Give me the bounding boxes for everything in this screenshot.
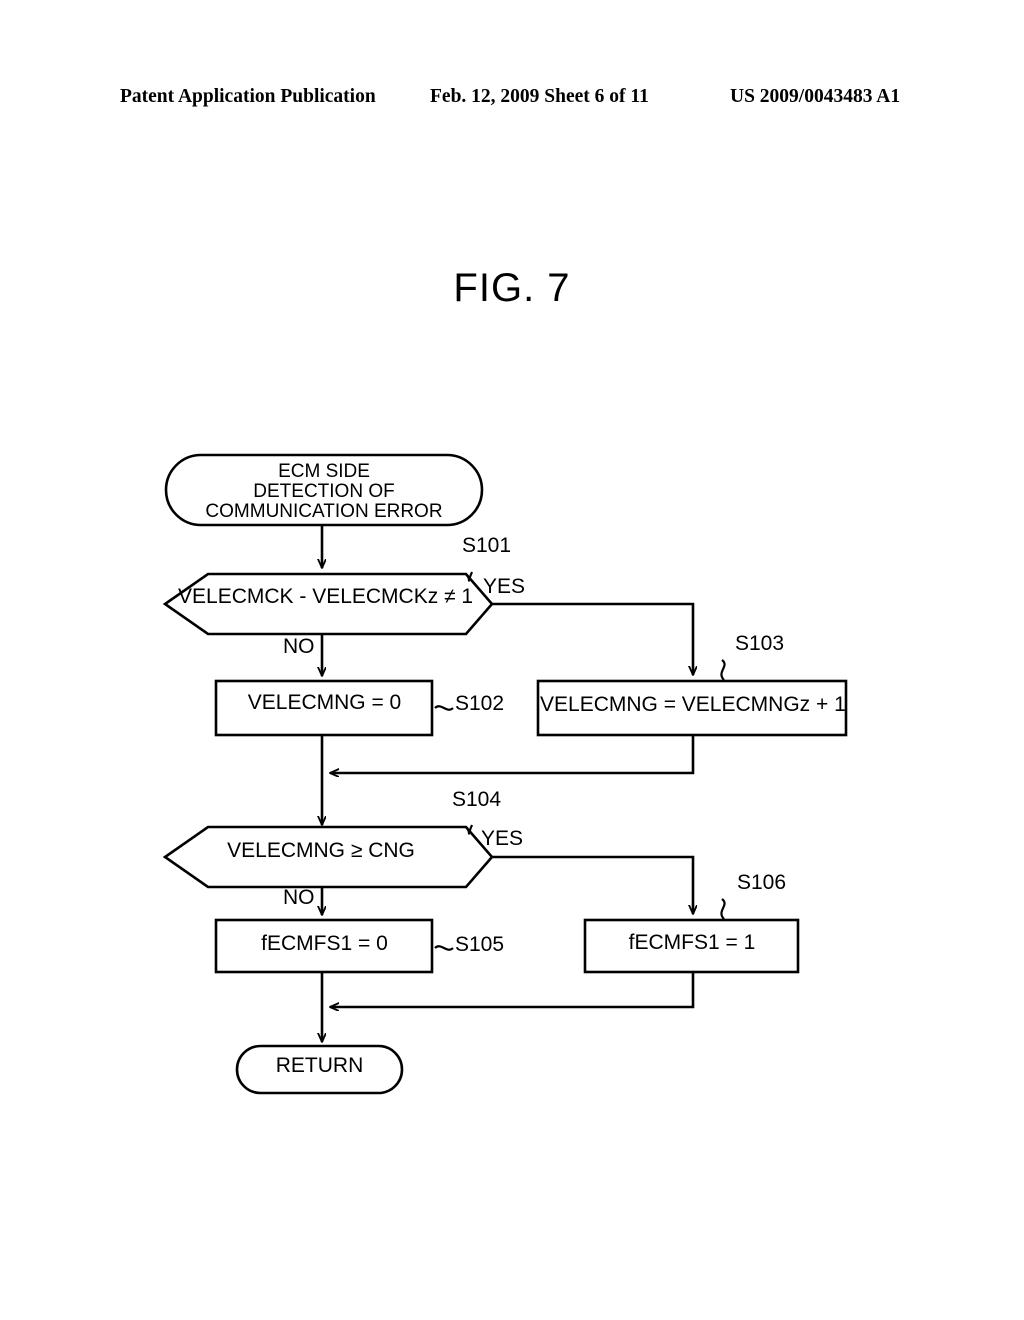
leader-s103 (720, 659, 726, 681)
process-s102-shape (214, 679, 434, 737)
connector-s101-yes-to-s103 (492, 602, 693, 675)
connector-s104-yes-to-s106 (492, 855, 693, 914)
process-s103-shape (536, 679, 848, 737)
flowchart-diagram: ECM SIDE DETECTION OF COMMUNICATION ERRO… (0, 0, 1024, 1320)
start-terminal-shape (164, 453, 484, 527)
decision-s104-shape (162, 825, 494, 889)
decision-s101-shape (162, 572, 494, 636)
leader-s105 (434, 945, 454, 951)
leader-s102 (434, 705, 454, 711)
process-s106-shape (583, 918, 800, 974)
flowchart-svg (162, 453, 848, 1095)
connector-s103-merge (330, 735, 695, 773)
end-terminal-shape (235, 1044, 404, 1095)
patent-page: Patent Application Publication Feb. 12, … (0, 0, 1024, 1320)
connector-s106-merge (330, 972, 695, 1007)
process-s105-shape (214, 918, 434, 974)
leader-s106 (720, 898, 726, 920)
